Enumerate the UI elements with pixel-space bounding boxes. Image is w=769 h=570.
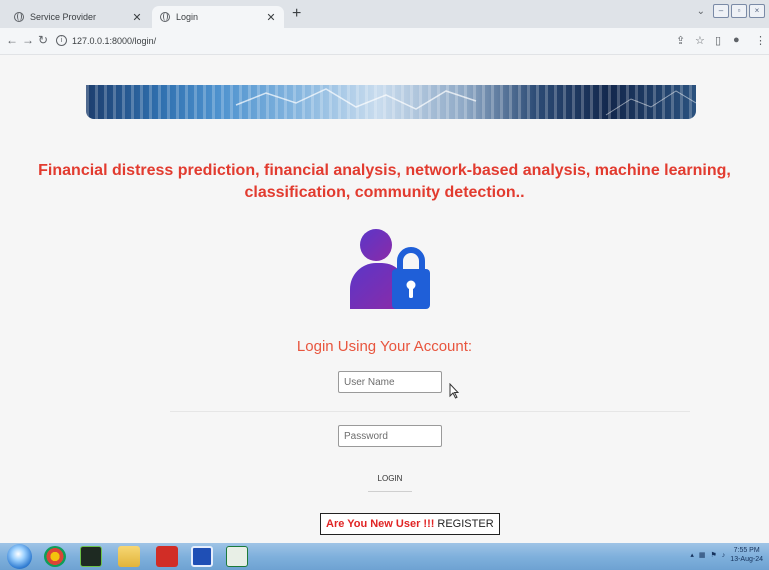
close-window-icon[interactable]: × <box>749 4 765 18</box>
tab-title: Login <box>176 12 199 22</box>
back-icon[interactable]: ← <box>6 33 18 47</box>
url-field[interactable]: i 127.0.0.1:8000/login/ <box>56 35 156 46</box>
clock-date: 13-Aug-24 <box>730 556 763 563</box>
taskbar: ▴ ▦ ⚑ ♪ 7:55 PM 13-Aug-24 <box>0 543 769 570</box>
browser-tabstrip: Service Provider ✕ Login ✕ + ⌄ – ▫ × <box>0 0 769 28</box>
app-icon[interactable] <box>191 546 213 567</box>
chevron-down-icon[interactable]: ⌄ <box>697 6 705 17</box>
acrobat-icon[interactable] <box>156 546 178 567</box>
sidepanel-icon[interactable]: ▯ <box>715 34 721 47</box>
new-tab-button[interactable]: + <box>292 5 301 23</box>
share-icon[interactable]: ⇪ <box>676 34 685 47</box>
tray-arrow-icon[interactable]: ▴ <box>690 551 694 559</box>
chrome-icon[interactable] <box>44 546 66 567</box>
flag-icon[interactable]: ⚑ <box>711 551 717 559</box>
window-controls: ⌄ – ▫ × <box>697 4 765 18</box>
url-text: 127.0.0.1:8000/login/ <box>72 35 157 46</box>
network-icon[interactable]: ▦ <box>699 551 706 559</box>
password-input[interactable] <box>338 425 442 447</box>
pycharm-icon[interactable] <box>80 546 102 567</box>
user-lock-icon <box>350 229 430 309</box>
maximize-icon[interactable]: ▫ <box>731 4 747 18</box>
volume-icon[interactable]: ♪ <box>722 552 726 559</box>
start-button[interactable] <box>7 544 32 569</box>
register-prompt: Are You New User !!! REGISTER <box>320 513 500 535</box>
register-question: Are You New User !!! <box>326 518 435 530</box>
tab-title: Service Provider <box>30 12 97 22</box>
section-divider <box>170 411 690 412</box>
login-title: Login Using Your Account: <box>296 338 473 355</box>
address-bar: ← → ↻ i 127.0.0.1:8000/login/ ⇪ ☆ ▯ ● ⋮ <box>0 28 769 55</box>
header-banner-image <box>86 85 696 119</box>
minimize-icon[interactable]: – <box>713 4 729 18</box>
forward-icon[interactable]: → <box>22 33 34 47</box>
login-button[interactable]: LOGIN <box>368 466 412 492</box>
profile-icon[interactable]: ● <box>733 34 740 46</box>
close-icon[interactable]: ✕ <box>264 11 278 24</box>
file-explorer-icon[interactable] <box>118 546 140 567</box>
star-icon[interactable]: ☆ <box>695 34 705 47</box>
username-input[interactable] <box>338 371 442 393</box>
clock-time: 7:55 PM <box>733 547 760 554</box>
globe-icon <box>14 12 24 22</box>
page-headline: Financial distress prediction, financial… <box>38 162 731 201</box>
clock[interactable]: 7:55 PM 13-Aug-24 <box>730 546 763 564</box>
page-content: Financial distress prediction, financial… <box>0 55 769 543</box>
menu-icon[interactable]: ⋮ <box>755 34 766 47</box>
globe-icon <box>160 12 170 22</box>
excel-icon[interactable] <box>226 546 248 567</box>
close-icon[interactable]: ✕ <box>130 11 144 24</box>
mouse-pointer-icon <box>449 383 459 399</box>
system-tray: ▴ ▦ ⚑ ♪ 7:55 PM 13-Aug-24 <box>690 546 763 564</box>
register-link[interactable]: REGISTER <box>437 518 493 530</box>
reload-icon[interactable]: ↻ <box>38 33 48 47</box>
tab-login[interactable]: Login ✕ <box>152 6 284 28</box>
info-icon[interactable]: i <box>56 35 67 46</box>
tab-service-provider[interactable]: Service Provider ✕ <box>6 6 150 28</box>
